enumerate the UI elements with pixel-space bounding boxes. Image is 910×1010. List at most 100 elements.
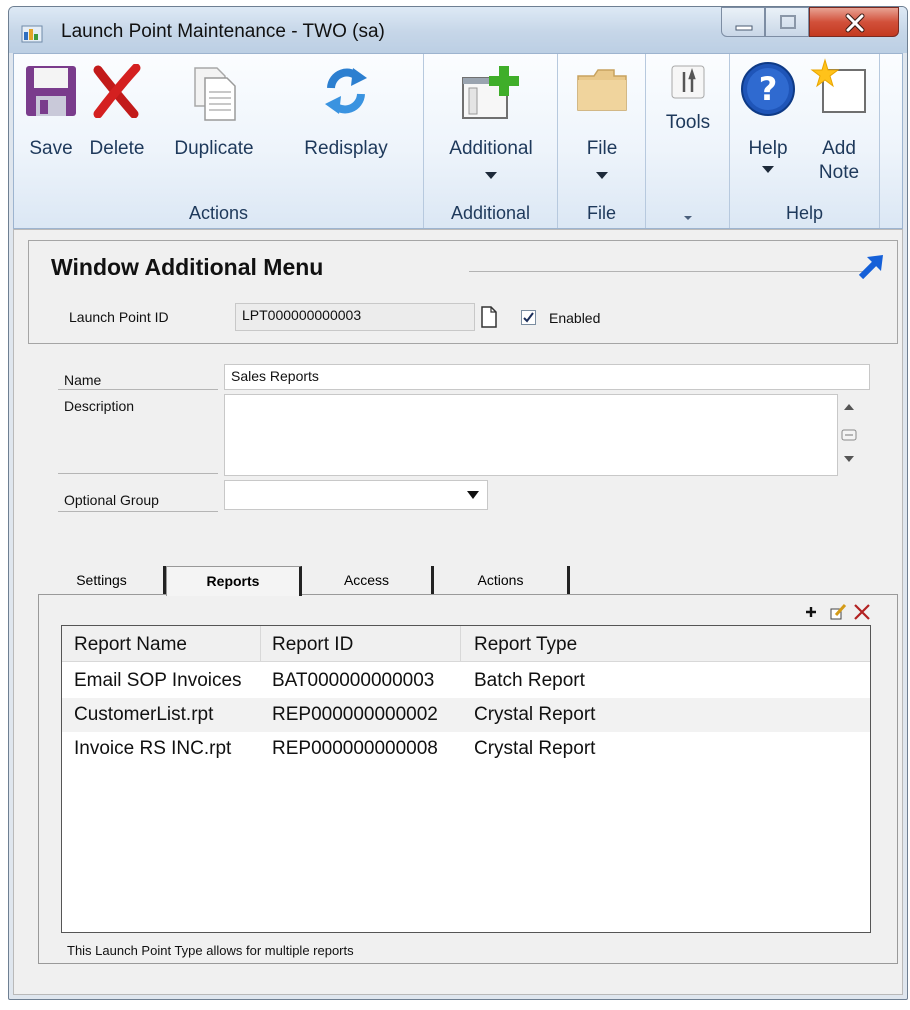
delete-icon xyxy=(93,64,141,118)
file-button[interactable]: File xyxy=(562,54,642,200)
section-title: Window Additional Menu xyxy=(51,254,324,280)
column-header-report-type[interactable]: Report Type xyxy=(474,634,577,656)
tools-group: Tools xyxy=(646,54,730,228)
file-label: File xyxy=(586,138,618,159)
reports-grid: Report Name Report ID Report Type Email … xyxy=(61,625,871,933)
launch-point-id-label: Launch Point ID xyxy=(69,309,169,325)
additional-group: Additional Additional xyxy=(424,54,558,228)
launch-point-maintenance-window: Launch Point Maintenance - TWO (sa) Save… xyxy=(8,6,908,1000)
report-name-cell: CustomerList.rpt xyxy=(74,704,214,725)
additional-label: Additional xyxy=(449,138,533,159)
reports-footnote: This Launch Point Type allows for multip… xyxy=(67,943,354,958)
duplicate-button[interactable]: Duplicate xyxy=(160,54,268,200)
optional-group-label: Optional Group xyxy=(58,486,218,512)
help-group-label: Help xyxy=(785,203,824,223)
add-note-label-line2: Note xyxy=(818,162,860,183)
report-name-cell: Email SOP Invoices xyxy=(74,670,242,691)
title-bar: Launch Point Maintenance - TWO (sa) xyxy=(9,7,907,53)
minimize-icon xyxy=(735,25,753,31)
column-divider[interactable] xyxy=(260,626,261,662)
file-group-label: File xyxy=(586,203,616,223)
enabled-label: Enabled xyxy=(549,310,601,326)
tools-group-expand-icon[interactable] xyxy=(682,214,694,222)
optional-group-select[interactable] xyxy=(224,480,488,510)
close-button[interactable] xyxy=(809,7,899,37)
chevron-down-icon xyxy=(467,491,479,499)
help-button[interactable]: ? Help xyxy=(734,54,802,200)
add-note-button[interactable]: Add Note xyxy=(802,54,876,200)
window-title: Launch Point Maintenance - TWO (sa) xyxy=(61,21,385,42)
additional-dropdown-arrow-icon xyxy=(485,172,497,179)
window-content: Window Additional Menu Launch Point ID L… xyxy=(13,229,903,995)
additional-window-icon xyxy=(462,66,519,119)
enabled-checkbox[interactable] xyxy=(521,310,536,325)
maximize-button[interactable] xyxy=(765,7,809,37)
add-note-label-line1: Add xyxy=(822,138,856,159)
grid-header: Report Name Report ID Report Type xyxy=(62,626,870,662)
expand-arrow-icon[interactable] xyxy=(857,253,885,279)
additional-group-label: Additional xyxy=(450,203,531,223)
ribbon: Save Delete Duplicate Redisplay Actions … xyxy=(13,53,903,229)
help-icon: ? xyxy=(741,62,795,116)
description-field[interactable] xyxy=(224,394,838,476)
column-divider[interactable] xyxy=(460,626,461,662)
add-note-icon xyxy=(810,58,866,113)
description-scrollbar[interactable] xyxy=(838,394,860,476)
column-header-report-id[interactable]: Report ID xyxy=(272,634,353,656)
save-icon xyxy=(26,66,76,116)
tab-access[interactable]: Access xyxy=(302,566,434,594)
report-type-cell: Crystal Report xyxy=(474,738,596,759)
report-id-cell: BAT000000000003 xyxy=(272,670,435,691)
redisplay-label: Redisplay xyxy=(304,138,388,159)
table-row[interactable]: Invoice RS INC.rpt REP000000000008 Cryst… xyxy=(62,732,870,766)
tab-actions[interactable]: Actions xyxy=(434,566,570,594)
additional-button[interactable]: Additional xyxy=(428,54,554,200)
title-divider xyxy=(469,271,869,272)
tab-settings[interactable]: Settings xyxy=(40,566,166,594)
launch-point-id-field[interactable]: LPT000000000003 xyxy=(235,303,475,331)
maximize-icon xyxy=(780,15,796,29)
launch-point-header-panel: Window Additional Menu Launch Point ID L… xyxy=(28,240,898,344)
save-button[interactable]: Save xyxy=(22,54,80,200)
remove-report-button[interactable] xyxy=(851,601,873,623)
lookup-document-icon[interactable] xyxy=(479,305,499,329)
help-label: Help xyxy=(748,138,788,159)
folder-icon xyxy=(577,69,627,111)
reports-tab-panel: Report Name Report ID Report Type Email … xyxy=(38,594,898,964)
file-group: File File xyxy=(558,54,646,228)
edit-report-button[interactable] xyxy=(827,601,847,623)
help-dropdown-arrow-icon xyxy=(762,166,774,173)
help-group: ? Help Add Note Help xyxy=(730,54,880,228)
app-icon xyxy=(21,25,43,43)
duplicate-label: Duplicate xyxy=(174,138,254,159)
tools-icon xyxy=(671,65,705,99)
report-type-cell: Crystal Report xyxy=(474,704,596,725)
minimize-button[interactable] xyxy=(721,7,765,37)
column-header-report-name[interactable]: Report Name xyxy=(74,634,187,656)
name-label: Name xyxy=(58,366,218,390)
redisplay-icon xyxy=(325,68,367,114)
tools-button[interactable]: Tools xyxy=(650,54,726,200)
close-icon xyxy=(845,13,865,33)
report-id-cell: REP000000000002 xyxy=(272,704,438,725)
file-dropdown-arrow-icon xyxy=(596,172,608,179)
name-field[interactable]: Sales Reports xyxy=(224,364,870,390)
tab-reports[interactable]: Reports xyxy=(166,566,302,596)
delete-button[interactable]: Delete xyxy=(80,54,154,200)
description-label: Description xyxy=(58,394,218,474)
svg-text:?: ? xyxy=(759,70,778,108)
table-row[interactable]: CustomerList.rpt REP000000000002 Crystal… xyxy=(62,698,870,732)
redisplay-button[interactable]: Redisplay xyxy=(276,54,416,200)
add-report-button[interactable] xyxy=(803,601,823,623)
tools-label: Tools xyxy=(665,112,711,133)
report-type-cell: Batch Report xyxy=(474,670,585,691)
actions-group: Save Delete Duplicate Redisplay Actions xyxy=(14,54,424,228)
scrollbar-arrows-icon xyxy=(841,404,857,462)
delete-label: Delete xyxy=(89,138,145,159)
report-name-cell: Invoice RS INC.rpt xyxy=(74,738,232,759)
duplicate-icon xyxy=(194,67,236,121)
save-label: Save xyxy=(29,138,73,159)
checkmark-icon xyxy=(523,312,534,323)
table-row[interactable]: Email SOP Invoices BAT000000000003 Batch… xyxy=(62,664,870,698)
report-id-cell: REP000000000008 xyxy=(272,738,438,759)
